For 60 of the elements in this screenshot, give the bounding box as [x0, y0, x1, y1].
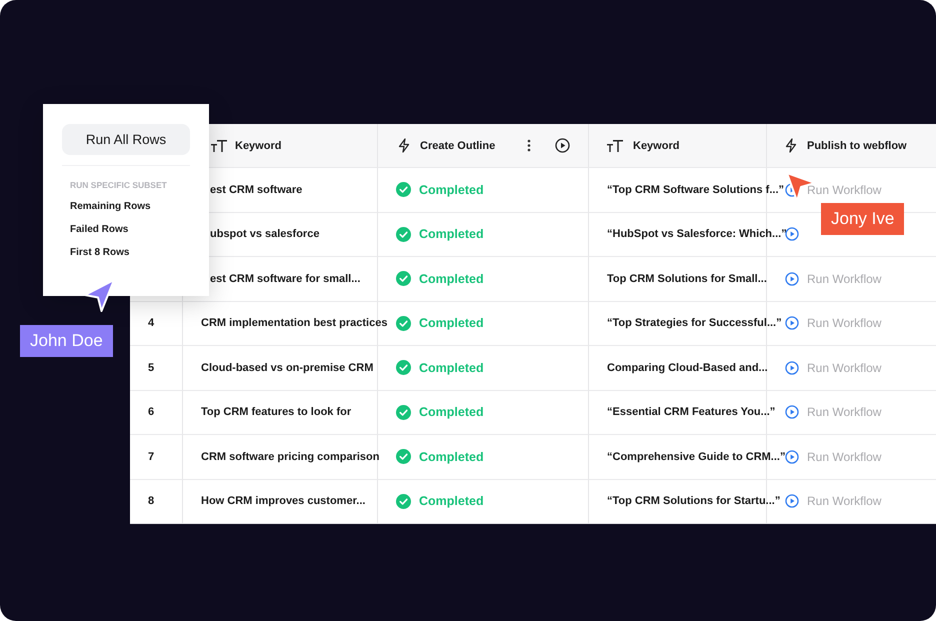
run-workflow-button[interactable]: Run Workflow	[785, 494, 882, 508]
run-workflow-button[interactable]: Run Workflow	[785, 272, 882, 286]
status-text: Completed	[419, 360, 484, 375]
column-header: Keyword	[235, 140, 282, 152]
table-cell: How CRM improves customer...	[201, 495, 366, 508]
text-size-icon	[211, 140, 227, 152]
table-cell: Comparing Cloud-Based and...	[607, 362, 768, 374]
run-workflow-button[interactable]	[785, 227, 799, 242]
table-cell: est CRM software	[210, 184, 302, 196]
table-cell: “Top CRM Software Solutions f...”	[607, 184, 784, 196]
more-icon[interactable]	[527, 139, 531, 152]
play-icon	[785, 316, 799, 330]
table-cell: ubspot vs salesforce	[210, 228, 320, 240]
table-cell: “Top Strategies for Successful...”	[607, 317, 782, 330]
row-number: 6	[148, 406, 154, 418]
menu-item[interactable]: First 8 Rows	[62, 247, 130, 258]
column-header: Keyword	[633, 140, 680, 152]
table-cell: CRM software pricing comparison	[201, 450, 380, 463]
menu-item[interactable]: Failed Rows	[62, 224, 128, 235]
table-cell: Top CRM Solutions for Small...	[607, 272, 767, 285]
play-icon	[785, 272, 799, 286]
status-text: Completed	[419, 405, 484, 420]
status-text: Completed	[419, 272, 484, 286]
table-cell: CRM implementation best practices	[201, 317, 388, 330]
run-all-rows-button[interactable]: Run All Rows	[62, 124, 190, 155]
play-icon	[785, 360, 799, 375]
run-workflow-button[interactable]: Run Workflow	[785, 316, 882, 330]
table-cell: “Comprehensive Guide to CRM...”	[607, 450, 786, 463]
row-number: 5	[148, 362, 154, 374]
column-header: Publish to webflow	[807, 140, 907, 152]
row-number: 4	[148, 317, 154, 330]
status-text: Completed	[419, 450, 484, 464]
play-icon	[785, 450, 799, 464]
lightning-icon	[785, 138, 797, 153]
play-icon	[785, 227, 799, 242]
lightning-icon	[398, 138, 410, 153]
status-text: Completed	[419, 316, 484, 330]
section-heading: RUN SPECIFIC SUBSET	[70, 180, 167, 190]
column-header: Create Outline	[420, 140, 496, 152]
play-icon	[785, 405, 799, 420]
table-cell: Cloud-based vs on-premise CRM	[201, 362, 374, 374]
table-cell: est CRM software for small...	[210, 272, 360, 285]
text-size-icon	[607, 140, 623, 152]
row-number: 8	[148, 495, 154, 508]
status-text: Completed	[419, 182, 484, 197]
play-icon[interactable]	[555, 138, 570, 153]
cursor-name-tag: John Doe	[20, 325, 113, 357]
play-icon	[785, 494, 799, 508]
status-text: Completed	[419, 227, 484, 242]
cursor-name-tag: Jony Ive	[821, 203, 904, 235]
table-cell: “HubSpot vs Salesforce: Which...”	[607, 228, 787, 240]
status-text: Completed	[419, 494, 484, 508]
row-number: 7	[148, 450, 154, 463]
run-workflow-button[interactable]: Run Workflow	[785, 450, 882, 464]
menu-item[interactable]: Remaining Rows	[62, 201, 151, 212]
table-cell: “Top CRM Solutions for Startu...”	[607, 495, 780, 508]
table-cell: “Essential CRM Features You...”	[607, 406, 776, 418]
table-cell: Top CRM features to look for	[201, 406, 352, 418]
run-workflow-button[interactable]: Run Workflow	[785, 405, 882, 420]
run-workflow-button[interactable]: Run Workflow	[785, 360, 882, 375]
